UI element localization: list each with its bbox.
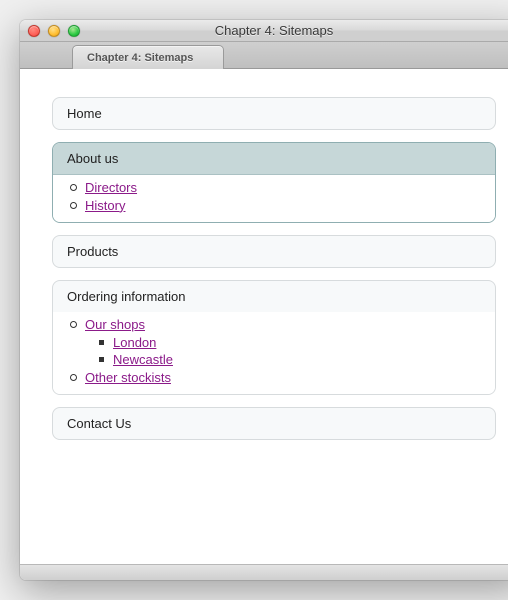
sitemap-children: Our shops London Newcastle Other stockis… bbox=[53, 312, 495, 394]
sitemap-label: Ordering information bbox=[53, 281, 495, 312]
tab-label: Chapter 4: Sitemaps bbox=[87, 52, 193, 64]
sitemap-item-about[interactable]: About us Directors History bbox=[52, 142, 496, 223]
tab-bar: Chapter 4: Sitemaps + bbox=[20, 42, 508, 69]
sitemap-label: About us bbox=[53, 143, 495, 175]
window-title: Chapter 4: Sitemaps bbox=[28, 23, 508, 38]
page-content: Home About us Directors History Products… bbox=[20, 69, 508, 564]
sitemap-item-home[interactable]: Home bbox=[52, 97, 496, 130]
list-item: History bbox=[85, 197, 481, 215]
link-other-stockists[interactable]: Other stockists bbox=[85, 370, 171, 385]
close-icon[interactable] bbox=[28, 25, 40, 37]
link-london[interactable]: London bbox=[113, 335, 156, 350]
list-item: Other stockists bbox=[85, 369, 481, 387]
traffic-lights bbox=[28, 25, 80, 37]
sitemap-children: Directors History bbox=[53, 175, 495, 222]
sitemap-label: Contact Us bbox=[53, 408, 495, 439]
minimize-icon[interactable] bbox=[48, 25, 60, 37]
list-item: London bbox=[113, 334, 481, 352]
titlebar[interactable]: Chapter 4: Sitemaps bbox=[20, 20, 508, 42]
zoom-icon[interactable] bbox=[68, 25, 80, 37]
link-history[interactable]: History bbox=[85, 198, 125, 213]
link-directors[interactable]: Directors bbox=[85, 180, 137, 195]
browser-window: Chapter 4: Sitemaps Chapter 4: Sitemaps … bbox=[20, 20, 508, 580]
browser-tab[interactable]: Chapter 4: Sitemaps bbox=[72, 45, 224, 69]
sitemap-label: Home bbox=[53, 98, 495, 129]
sitemap-item-contact[interactable]: Contact Us bbox=[52, 407, 496, 440]
list-item: Newcastle bbox=[113, 351, 481, 369]
status-bar bbox=[20, 564, 508, 580]
link-newcastle[interactable]: Newcastle bbox=[113, 352, 173, 367]
list-item: Our shops London Newcastle bbox=[85, 316, 481, 369]
sitemap-item-products[interactable]: Products bbox=[52, 235, 496, 268]
link-our-shops[interactable]: Our shops bbox=[85, 317, 145, 332]
list-item: Directors bbox=[85, 179, 481, 197]
sitemap-label: Products bbox=[53, 236, 495, 267]
sitemap-item-ordering[interactable]: Ordering information Our shops London Ne… bbox=[52, 280, 496, 395]
